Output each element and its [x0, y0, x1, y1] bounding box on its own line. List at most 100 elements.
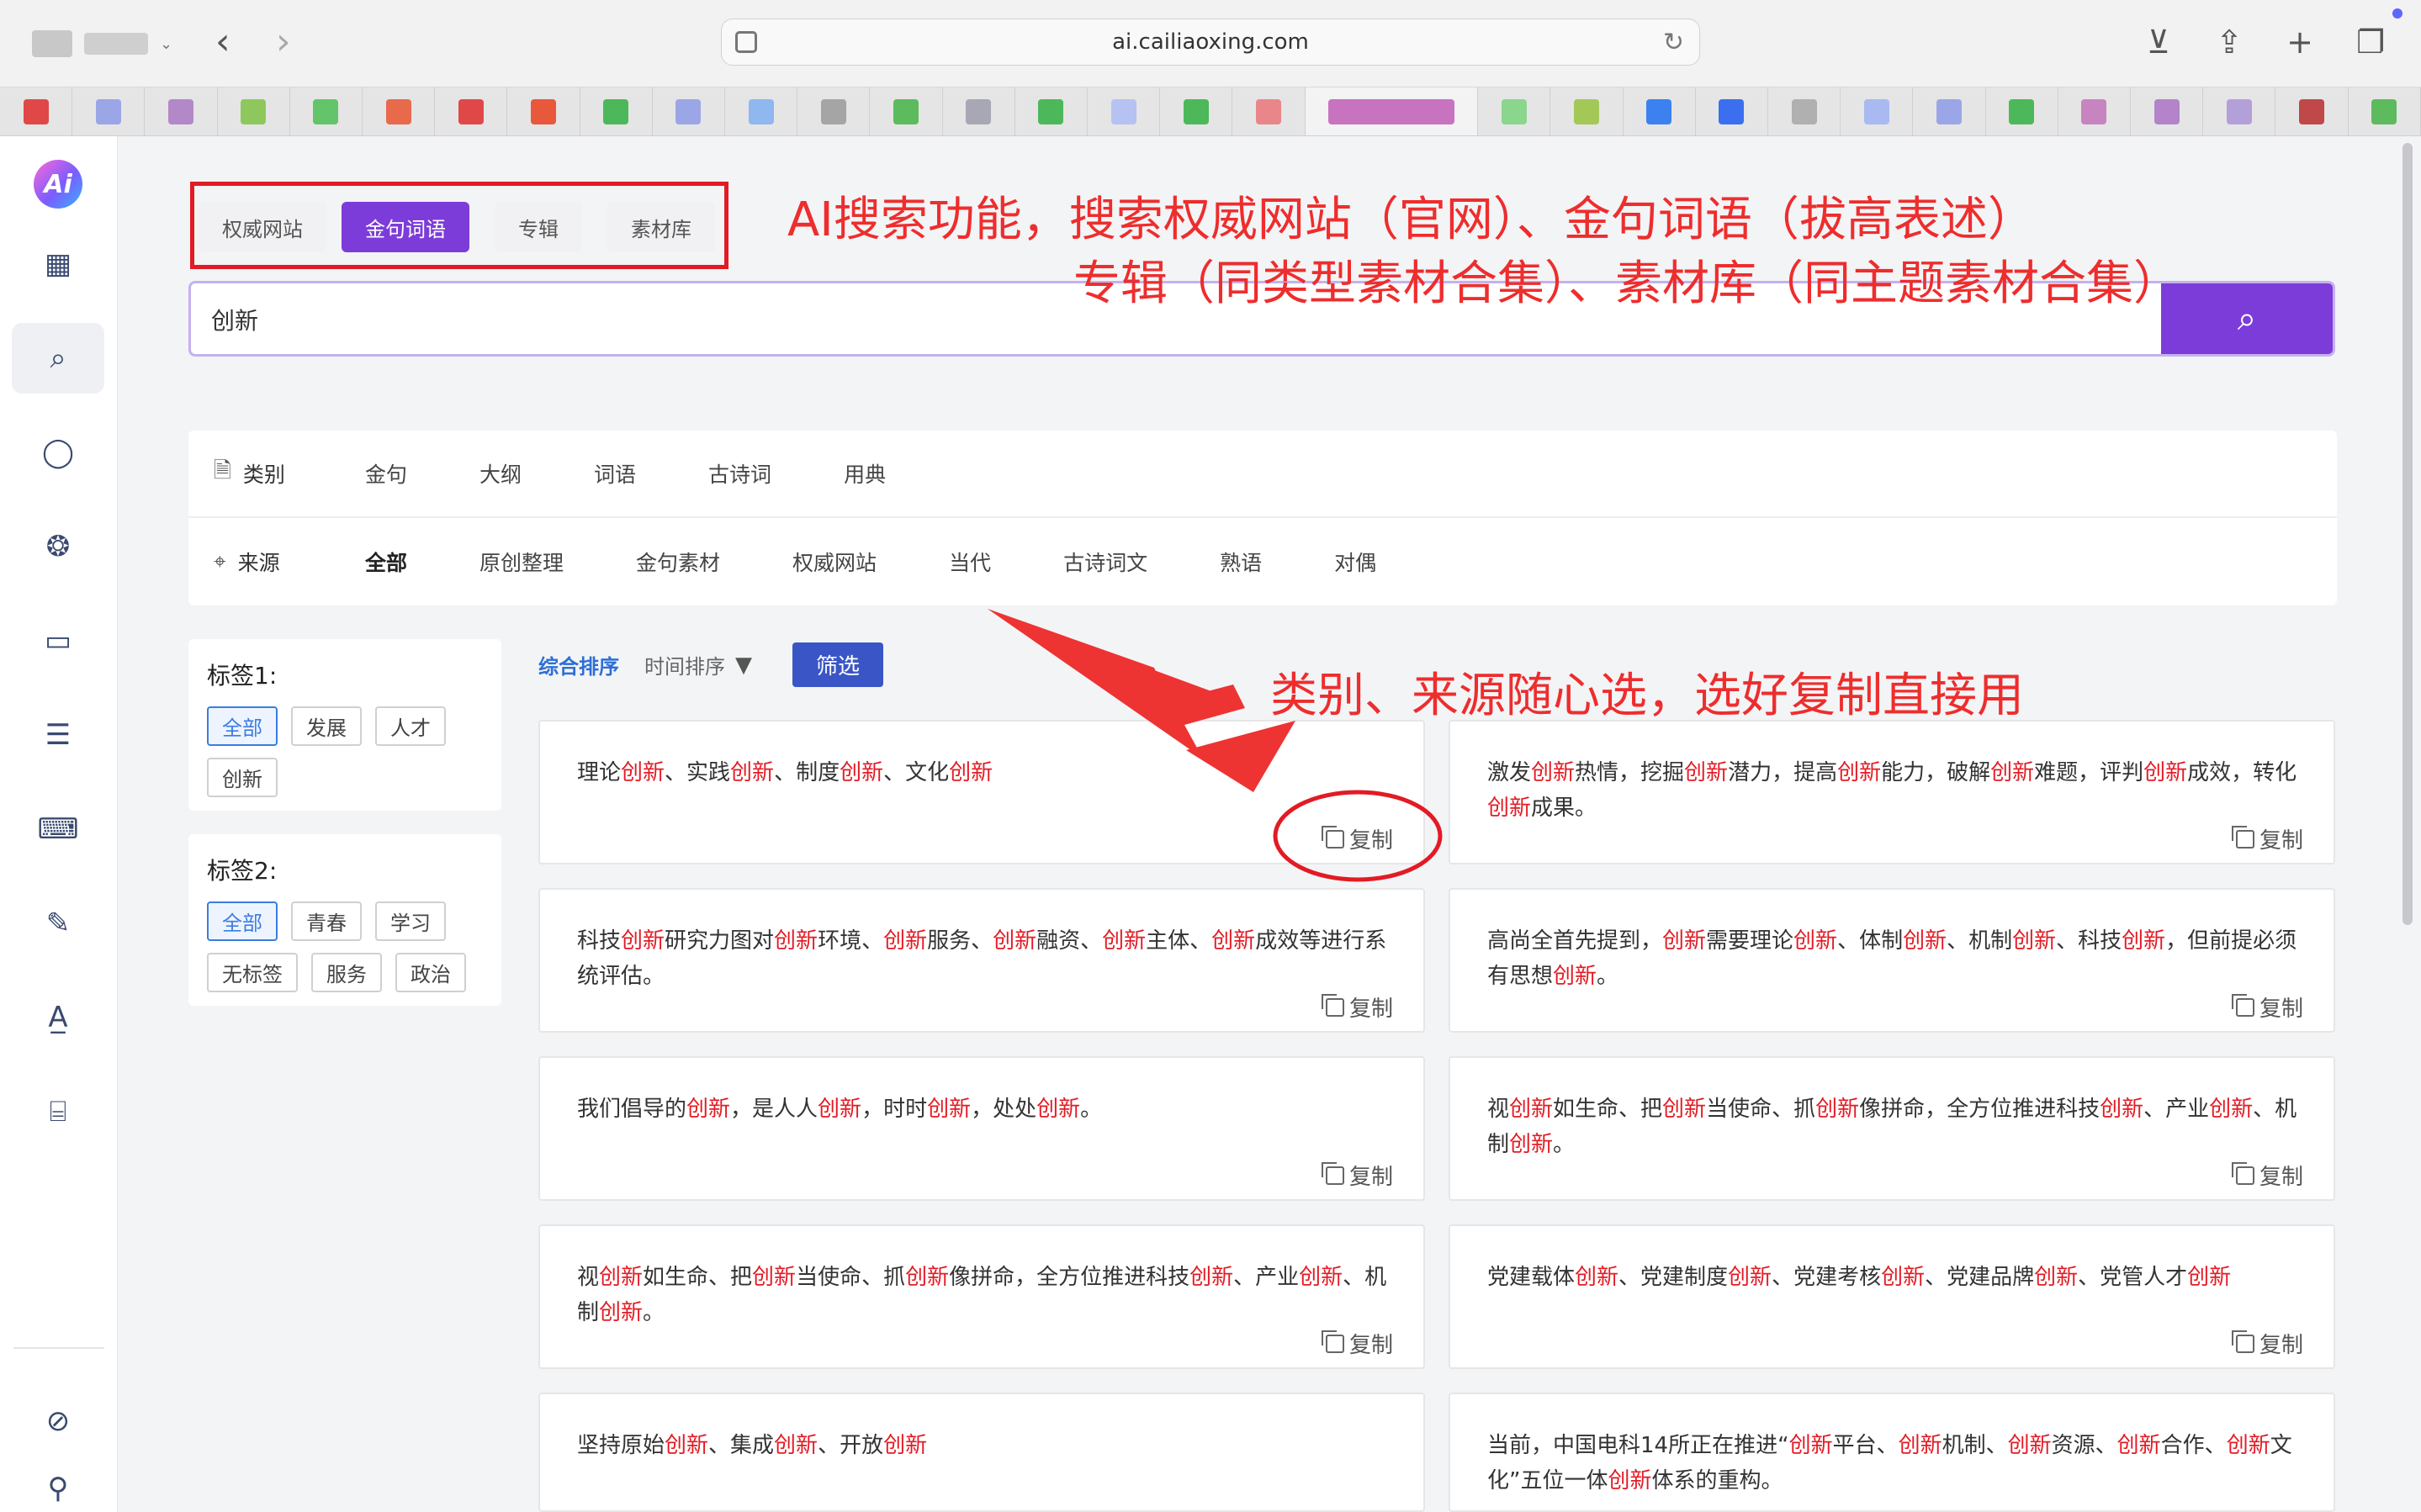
keyword-highlight: 创新 — [686, 1097, 731, 1122]
keyword-highlight: 创新 — [1662, 1097, 1707, 1122]
presentation-icon[interactable]: ⌸ — [12, 1076, 104, 1147]
source-option[interactable]: 古诗词文 — [1063, 547, 1147, 577]
browser-tab[interactable] — [2058, 87, 2131, 135]
tab-golden-phrases[interactable]: 金句词语 — [342, 202, 469, 252]
search-icon[interactable]: ⌕ — [12, 323, 104, 394]
browser-tab[interactable] — [1232, 87, 1306, 135]
tab-albums[interactable]: 专辑 — [495, 202, 582, 252]
brain-icon[interactable]: ❂ — [12, 511, 104, 582]
category-option[interactable]: 大纲 — [479, 458, 522, 489]
browser-tab[interactable] — [0, 87, 73, 135]
category-option[interactable]: 词语 — [594, 458, 636, 489]
reload-icon[interactable]: ↻ — [1663, 28, 1684, 57]
browser-tab[interactable] — [72, 87, 146, 135]
caret-down-icon[interactable]: ▼ — [735, 653, 752, 678]
keyword-highlight: 创新 — [1881, 1265, 1926, 1290]
tag-chip[interactable]: 发展 — [291, 706, 362, 746]
search-button[interactable]: ⌕ — [2161, 283, 2333, 354]
tag-chip[interactable]: 创新 — [207, 758, 278, 797]
browser-tab[interactable] — [943, 87, 1015, 135]
source-option[interactable]: 对偶 — [1334, 547, 1376, 577]
copy-button[interactable]: 复制 — [1321, 823, 1393, 854]
tag-chip[interactable]: 全部 — [207, 901, 278, 941]
copy-button[interactable]: 复制 — [2231, 991, 2303, 1023]
source-option[interactable]: 全部 — [365, 547, 407, 577]
browser-tab[interactable] — [2275, 87, 2349, 135]
tab-overview-icon[interactable]: ❐ — [2354, 24, 2387, 61]
browser-tab[interactable] — [2203, 87, 2276, 135]
tag-chip[interactable]: 政治 — [395, 953, 466, 992]
tag-chip[interactable]: 全部 — [207, 706, 278, 746]
browser-tab[interactable] — [507, 87, 580, 135]
grid-icon[interactable]: ▦ — [12, 229, 104, 299]
source-option[interactable]: 当代 — [949, 547, 991, 577]
tag-chip[interactable]: 青春 — [291, 901, 362, 941]
keyboard-icon[interactable]: ⌨ — [12, 794, 104, 864]
copy-button[interactable]: 复制 — [1321, 991, 1393, 1023]
pen-icon[interactable]: ✎ — [12, 888, 104, 959]
browser-tab[interactable] — [435, 87, 508, 135]
source-option[interactable]: 金句素材 — [636, 547, 720, 577]
copy-button[interactable]: 复制 — [1321, 1328, 1393, 1359]
source-option[interactable]: 熟语 — [1220, 547, 1262, 577]
address-bar[interactable]: ai.cailiaoxing.com ↻ — [721, 19, 1700, 66]
user-settings-icon[interactable]: ⚲ — [12, 1453, 104, 1512]
share-icon[interactable]: ⇪ — [2212, 24, 2246, 61]
browser-tab[interactable] — [1913, 87, 1986, 135]
scrollbar-thumb[interactable] — [2402, 143, 2413, 925]
browser-tab[interactable] — [1160, 87, 1233, 135]
compass-icon[interactable]: ⊘ — [12, 1386, 104, 1456]
browser-tab[interactable] — [145, 87, 218, 135]
browser-tab[interactable] — [1478, 87, 1551, 135]
browser-tab[interactable] — [218, 87, 290, 135]
result-card: 坚持原始创新、集成创新、开放创新 — [538, 1393, 1425, 1512]
browser-tab[interactable] — [1088, 87, 1161, 135]
forward-icon[interactable]: › — [276, 24, 291, 61]
source-option[interactable]: 权威网站 — [792, 547, 877, 577]
source-option[interactable]: 原创整理 — [479, 547, 564, 577]
text-edit-icon[interactable]: A̲ — [12, 982, 104, 1053]
tag-chip[interactable]: 学习 — [375, 901, 446, 941]
browser-tab[interactable] — [580, 87, 653, 135]
sort-comprehensive[interactable]: 综合排序 — [538, 650, 619, 679]
browser-tab[interactable] — [2131, 87, 2204, 135]
tag-chip[interactable]: 无标签 — [207, 953, 298, 992]
tag-chip[interactable]: 人才 — [375, 706, 446, 746]
browser-tab[interactable] — [1768, 87, 1841, 135]
browser-tab[interactable] — [797, 87, 871, 135]
book-icon[interactable]: ▭ — [12, 605, 104, 676]
browser-tab[interactable] — [1015, 87, 1089, 135]
browser-tab[interactable] — [1550, 87, 1624, 135]
site-settings-icon[interactable] — [735, 31, 757, 53]
copy-button[interactable]: 复制 — [1321, 1160, 1393, 1191]
chat-icon[interactable]: ◯ — [12, 417, 104, 488]
tag-chip[interactable]: 服务 — [311, 953, 382, 992]
profile-switcher[interactable]: ⌄ — [32, 30, 172, 57]
category-option[interactable]: 古诗词 — [708, 458, 771, 489]
browser-tab[interactable] — [363, 87, 436, 135]
browser-tab[interactable] — [725, 87, 798, 135]
browser-tab[interactable] — [1986, 87, 2058, 135]
browser-tab[interactable] — [1841, 87, 1914, 135]
browser-tab[interactable] — [653, 87, 726, 135]
app-logo[interactable]: Ai — [34, 160, 82, 209]
browser-tab[interactable] — [2349, 87, 2421, 135]
copy-button[interactable]: 复制 — [2231, 1328, 2303, 1359]
tab-material-library[interactable]: 素材库 — [607, 202, 715, 252]
browser-tab-active[interactable] — [1305, 87, 1479, 135]
browser-tab[interactable] — [1696, 87, 1768, 135]
copy-button[interactable]: 复制 — [2231, 823, 2303, 854]
category-option[interactable]: 用典 — [844, 458, 886, 489]
new-tab-icon[interactable]: + — [2283, 24, 2317, 61]
browser-tab[interactable] — [870, 87, 943, 135]
category-option[interactable]: 金句 — [365, 458, 407, 489]
browser-tab[interactable] — [290, 87, 363, 135]
filter-button[interactable]: 筛选 — [792, 642, 884, 687]
back-icon[interactable]: ‹ — [215, 24, 230, 61]
tab-authoritative-sites[interactable]: 权威网站 — [199, 202, 326, 252]
sort-by-time[interactable]: 时间排序 — [644, 650, 725, 679]
copy-button[interactable]: 复制 — [2231, 1160, 2303, 1191]
browser-tab[interactable] — [1624, 87, 1696, 135]
list-icon[interactable]: ☰ — [12, 700, 104, 770]
download-icon[interactable]: ⊻ — [2142, 24, 2175, 61]
